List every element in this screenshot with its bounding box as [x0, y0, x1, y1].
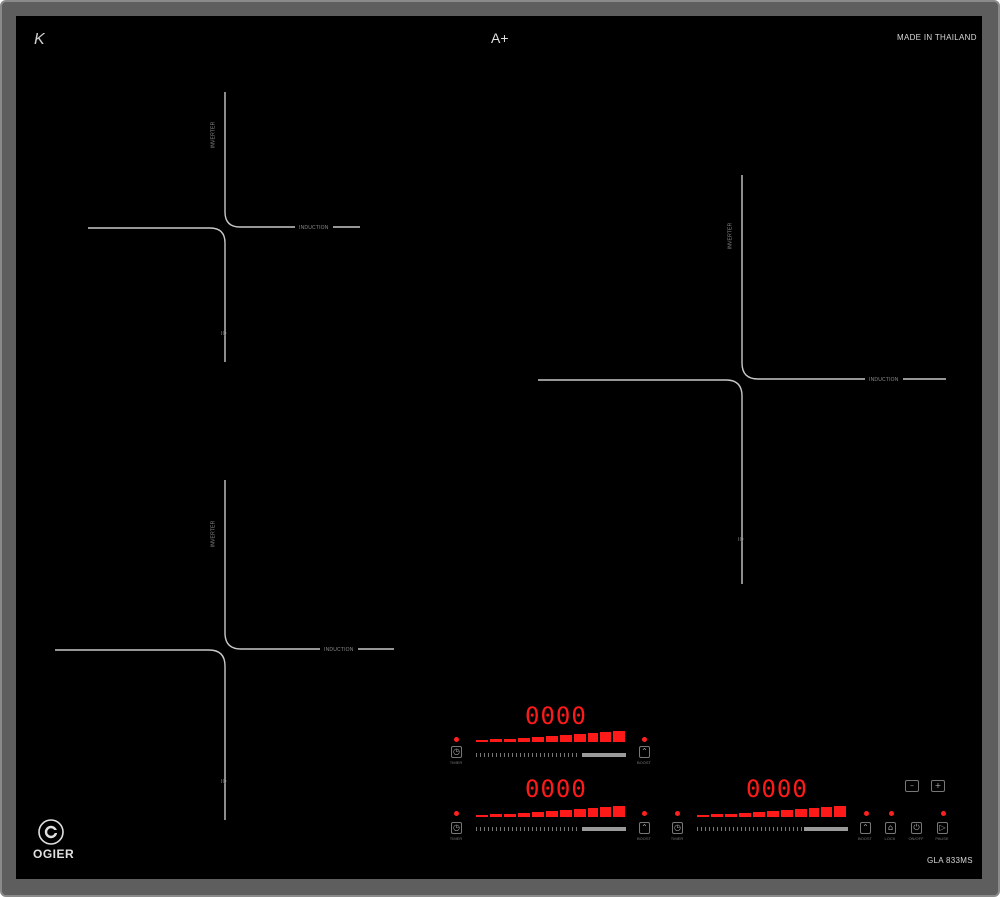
slider-track-3 — [697, 827, 848, 831]
zone-3-bottom-label: IQ — [738, 537, 744, 543]
power-label: ON/OFF — [908, 836, 924, 841]
model-label: GLA 833MS — [927, 856, 973, 865]
minus-icon: – — [910, 781, 914, 790]
zone-3-horizontal-label: INDUCTION — [869, 377, 899, 383]
boost-button-2[interactable]: ⌃ — [639, 822, 650, 834]
indicator-dot — [941, 811, 946, 816]
boost-label: BOOST — [636, 760, 651, 765]
timer-button-2[interactable]: ◷ — [451, 822, 462, 834]
zone-2-bottom-label: IQ — [221, 779, 227, 785]
brand-name: OGIER — [33, 847, 75, 861]
zone-2-vertical-label: INVERTER — [210, 520, 217, 548]
timer-label: TIMER — [449, 760, 463, 765]
boost-label: BOOST — [636, 836, 651, 841]
indicator-dot — [454, 811, 459, 816]
indicator-dot — [642, 811, 647, 816]
zone-markings — [38, 92, 946, 845]
indicator-dot — [889, 811, 894, 816]
lock-label: LOCK — [884, 836, 896, 841]
timer-display-3: 0000 — [746, 775, 808, 803]
zone-1-horizontal-label: INDUCTION — [299, 225, 329, 231]
indicator-dot — [675, 811, 680, 816]
zone-2-horizontal-label: INDUCTION — [324, 647, 354, 653]
boost-button-3[interactable]: ⌃ — [860, 822, 871, 834]
slider-track-1 — [476, 753, 626, 757]
timer-button-1[interactable]: ◷ — [451, 746, 462, 758]
ogier-logo-icon — [38, 819, 64, 845]
lock-button[interactable]: ⌂ — [885, 822, 896, 834]
slider-track-2 — [476, 827, 626, 831]
zone-3-vertical-label: INVERTER — [727, 222, 734, 250]
power-bar-2 — [476, 806, 625, 817]
indicator-dot — [642, 737, 647, 742]
timer-display-1: 0000 — [525, 702, 587, 730]
origin-label: MADE IN THAILAND — [897, 33, 977, 42]
power-bar-3 — [697, 806, 846, 817]
timer-label: TIMER — [449, 836, 463, 841]
power-bar-1 — [476, 731, 625, 742]
plus-icon: + — [934, 781, 942, 790]
timer-display-2: 0000 — [525, 775, 587, 803]
indicator-dot — [454, 737, 459, 742]
boost-label: BOOST — [857, 836, 872, 841]
timer-minus-button[interactable]: – — [905, 780, 919, 792]
pause-button[interactable]: ▷ — [937, 822, 948, 834]
timer-button-3[interactable]: ◷ — [672, 822, 683, 834]
indicator-dot — [864, 811, 869, 816]
power-button[interactable]: ⏻ — [911, 822, 922, 834]
zone-1-bottom-label: IQ — [221, 331, 227, 337]
brand-mark-logo: K — [34, 31, 45, 48]
timer-label: TIMER — [670, 836, 684, 841]
energy-class-label: A+ — [491, 30, 509, 46]
zone-1-vertical-label: INVERTER — [210, 121, 217, 149]
timer-plus-button[interactable]: + — [931, 780, 945, 792]
boost-button-1[interactable]: ⌃ — [639, 746, 650, 758]
pause-label: PAUSE — [935, 836, 949, 841]
